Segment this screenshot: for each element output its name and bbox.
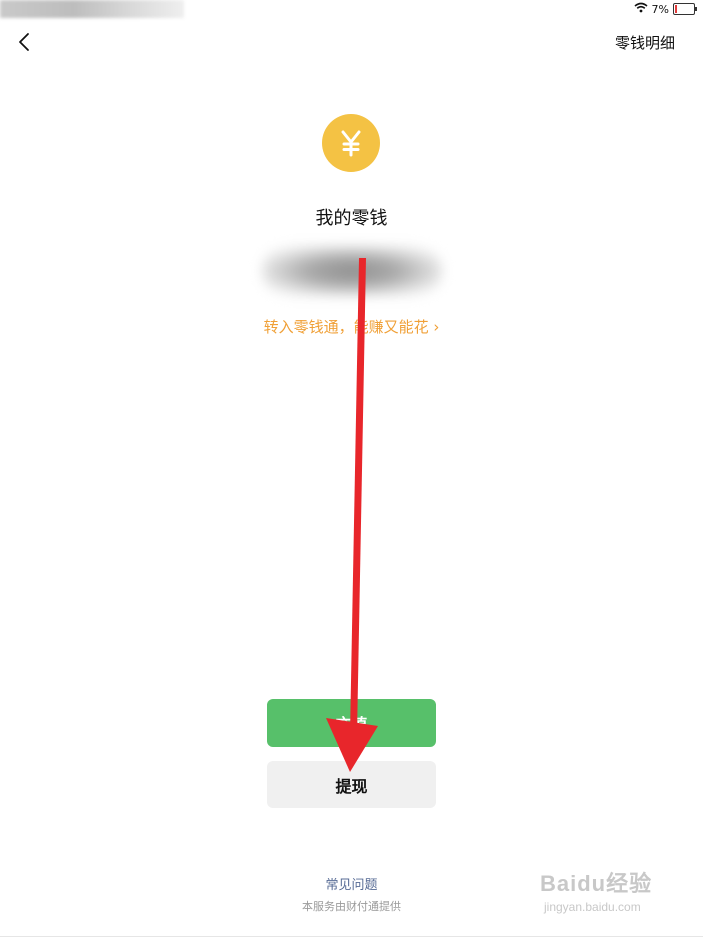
withdraw-button[interactable]: 提现 — [267, 761, 436, 808]
top-up-button[interactable]: 充值 — [267, 699, 436, 747]
status-indicators: 7% — [634, 2, 697, 16]
promo-link[interactable]: 转入零钱通，能赚又能花 › — [0, 316, 703, 337]
balance-amount-blurred — [262, 246, 442, 296]
status-bar: 7% — [0, 0, 703, 20]
change-details-link[interactable]: 零钱明细 — [615, 32, 675, 53]
bottom-divider — [0, 936, 703, 937]
watermark-brand: Baidu经验 — [540, 871, 653, 896]
baidu-watermark: Baidu经验 jingyan.baidu.com — [540, 866, 670, 922]
yuan-coin-icon — [322, 114, 380, 172]
status-bar-blurred-area — [0, 0, 184, 18]
battery-percent: 7% — [651, 2, 669, 16]
chevron-left-icon — [19, 33, 29, 51]
top-up-button-label: 充值 — [335, 715, 368, 734]
wifi-icon — [634, 2, 648, 16]
withdraw-button-label: 提现 — [335, 776, 368, 796]
page-title: 我的零钱 — [315, 208, 388, 229]
battery-icon — [673, 3, 697, 15]
watermark-url: jingyan.baidu.com — [544, 900, 641, 914]
back-button[interactable] — [14, 30, 36, 54]
